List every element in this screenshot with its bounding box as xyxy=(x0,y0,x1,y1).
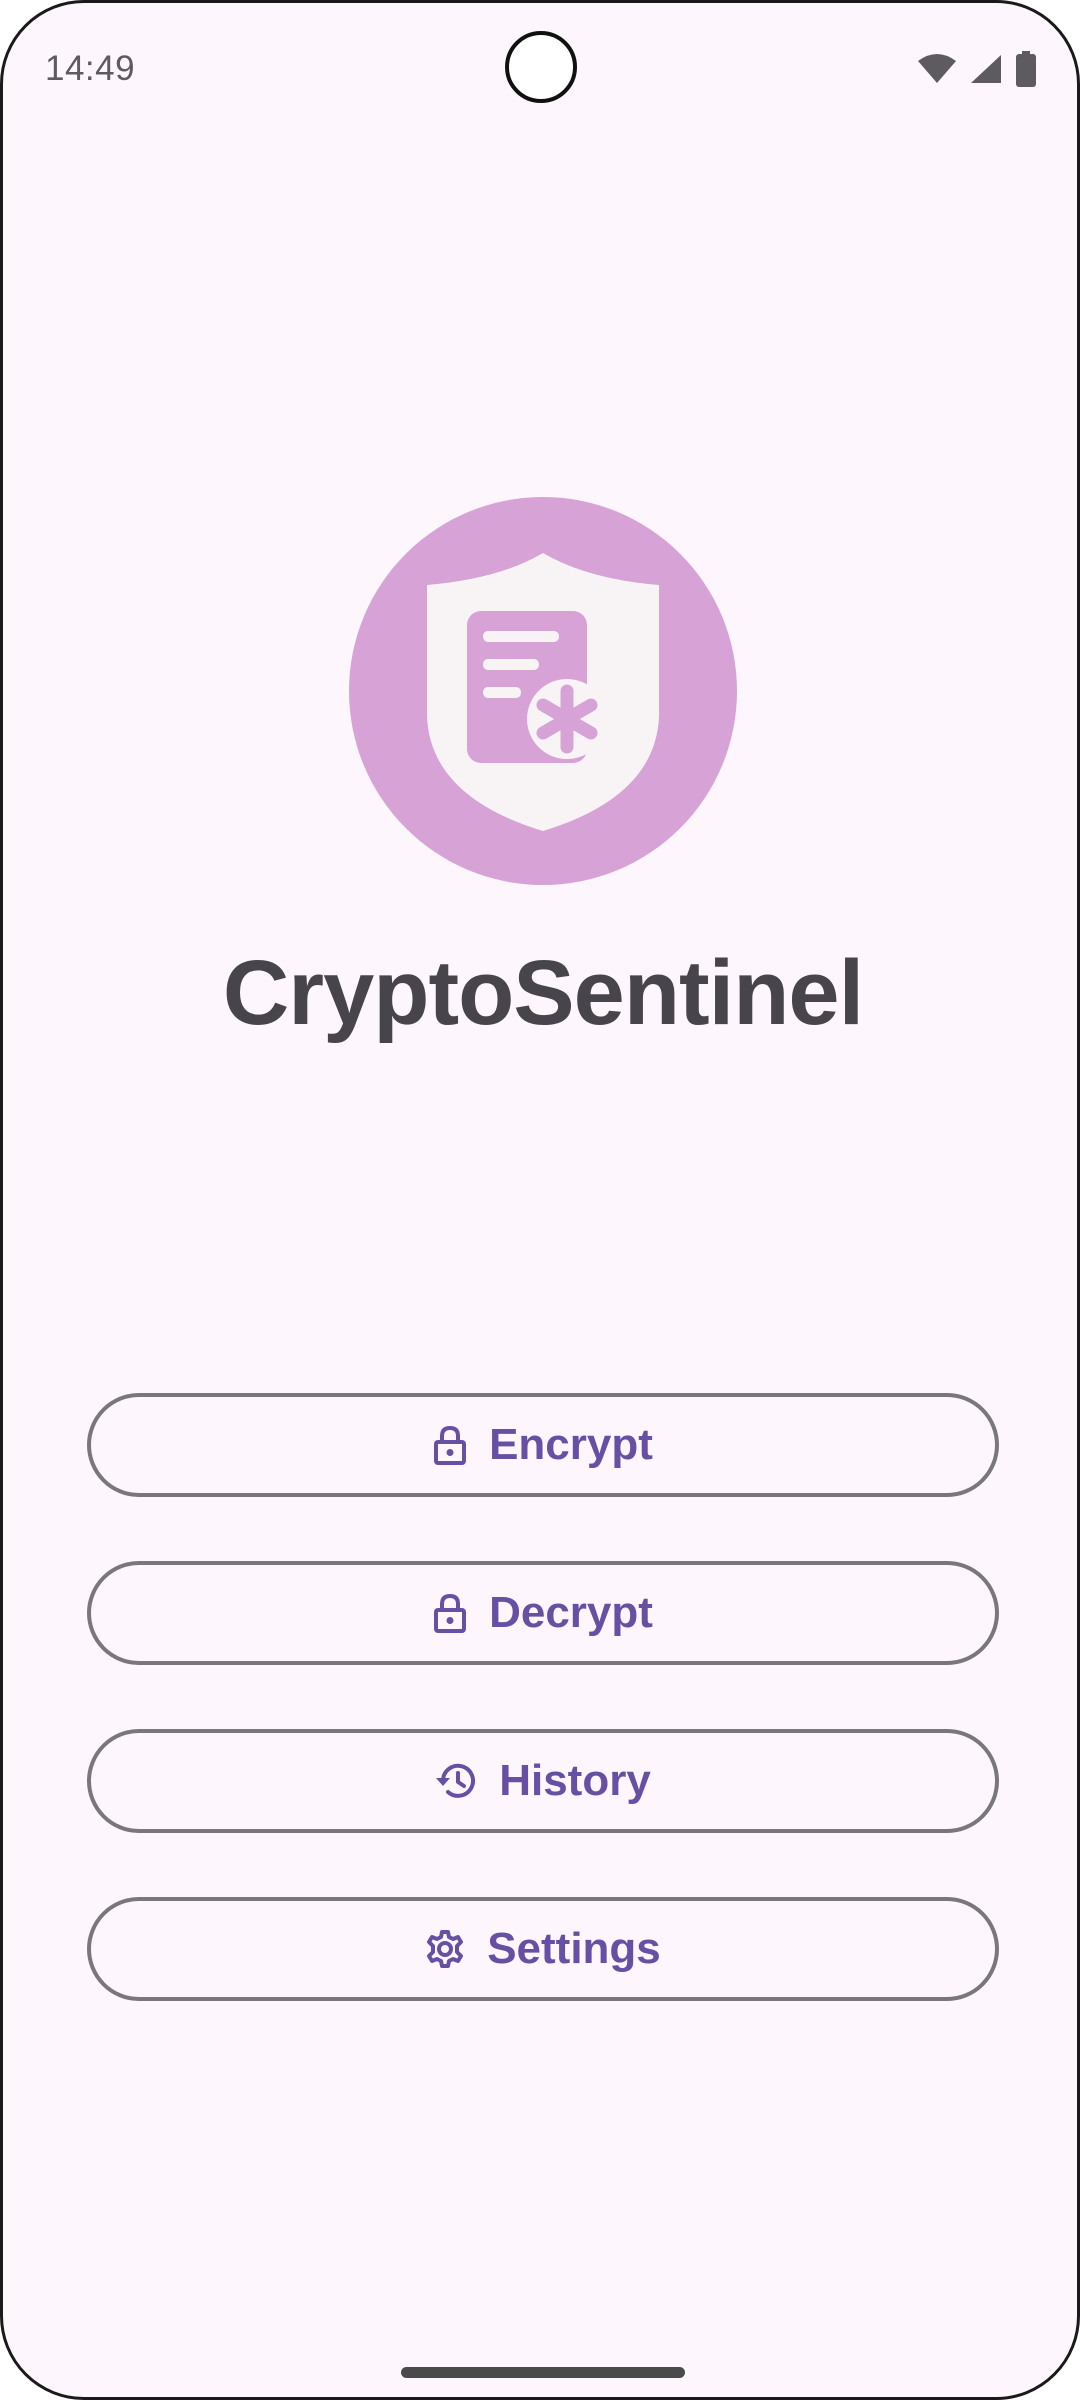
status-icons xyxy=(917,51,1037,87)
lock-icon xyxy=(433,1593,467,1633)
settings-button[interactable]: Settings xyxy=(87,1897,999,2001)
history-icon xyxy=(435,1761,477,1801)
app-screen: 14:49 CryptoSentinel Encrypt Decrypt His… xyxy=(0,0,1080,2400)
history-button-label: History xyxy=(499,1756,651,1805)
encrypt-button[interactable]: Encrypt xyxy=(87,1393,999,1497)
wifi-icon xyxy=(917,53,957,85)
battery-icon xyxy=(1015,51,1037,87)
app-logo xyxy=(349,497,737,885)
shield-document-icon xyxy=(427,553,659,831)
history-button[interactable]: History xyxy=(87,1729,999,1833)
lock-icon xyxy=(433,1425,467,1465)
encrypt-button-label: Encrypt xyxy=(489,1420,653,1469)
app-title: CryptoSentinel xyxy=(222,942,864,1044)
home-indicator[interactable] xyxy=(401,2367,685,2378)
status-time: 14:49 xyxy=(45,49,136,88)
settings-button-label: Settings xyxy=(487,1924,661,1973)
gear-icon xyxy=(425,1929,465,1969)
camera-cutout xyxy=(505,31,577,103)
decrypt-button-label: Decrypt xyxy=(489,1588,653,1637)
signal-icon xyxy=(969,53,1003,85)
decrypt-button[interactable]: Decrypt xyxy=(87,1561,999,1665)
